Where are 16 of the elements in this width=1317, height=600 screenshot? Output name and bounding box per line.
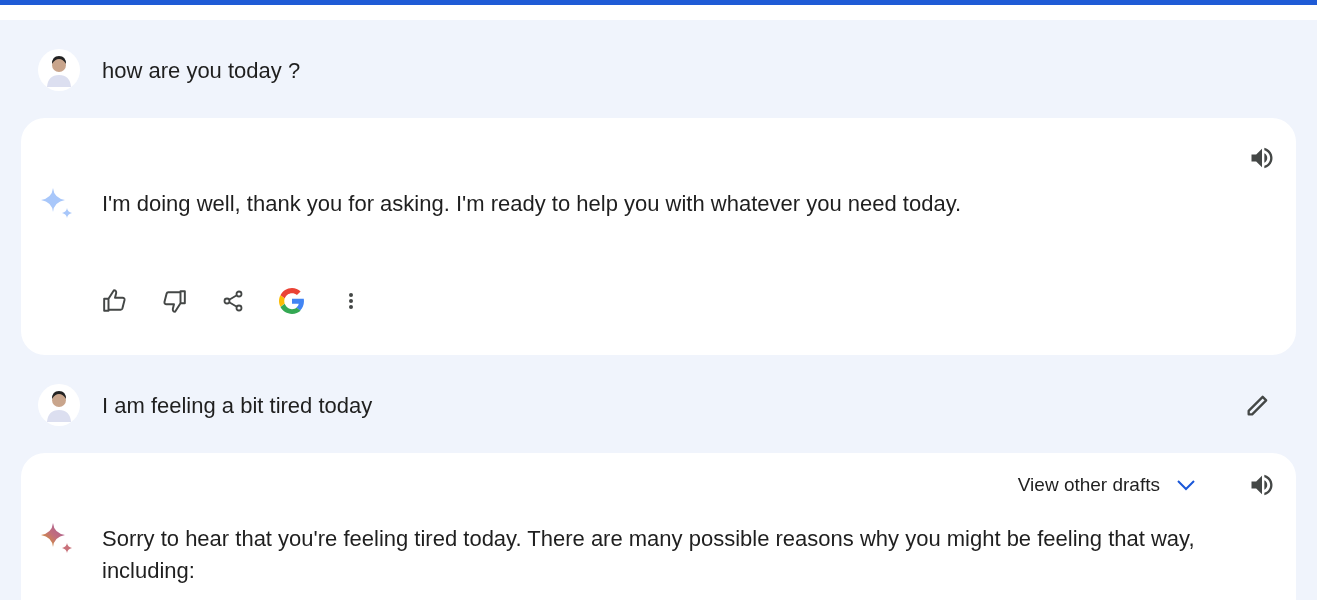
response-text: Sorry to hear that you're feeling tired today. There are many possible reasons why you might be feeling that way, including: bbox=[102, 525, 1196, 585]
user-message: how are you today ? bbox=[102, 56, 302, 85]
thumbs-up-icon bbox=[102, 288, 128, 314]
avatar bbox=[38, 384, 80, 426]
thumbs-up-button[interactable] bbox=[102, 288, 128, 314]
share-icon bbox=[221, 289, 245, 313]
google-logo-icon bbox=[279, 288, 305, 314]
user-message: I am feeling a bit tired today bbox=[102, 391, 374, 420]
view-drafts-button[interactable]: View other drafts bbox=[1017, 470, 1196, 500]
google-search-button[interactable] bbox=[279, 288, 305, 314]
more-options-icon bbox=[348, 292, 354, 310]
response-text: I'm doing well, thank you for asking. I'm ready to help you with whatever you need today. bbox=[102, 190, 963, 218]
chevron-down-icon bbox=[1176, 479, 1196, 491]
thumbs-down-icon bbox=[161, 288, 187, 314]
thumbs-down-button[interactable] bbox=[161, 288, 187, 314]
avatar bbox=[38, 49, 80, 91]
